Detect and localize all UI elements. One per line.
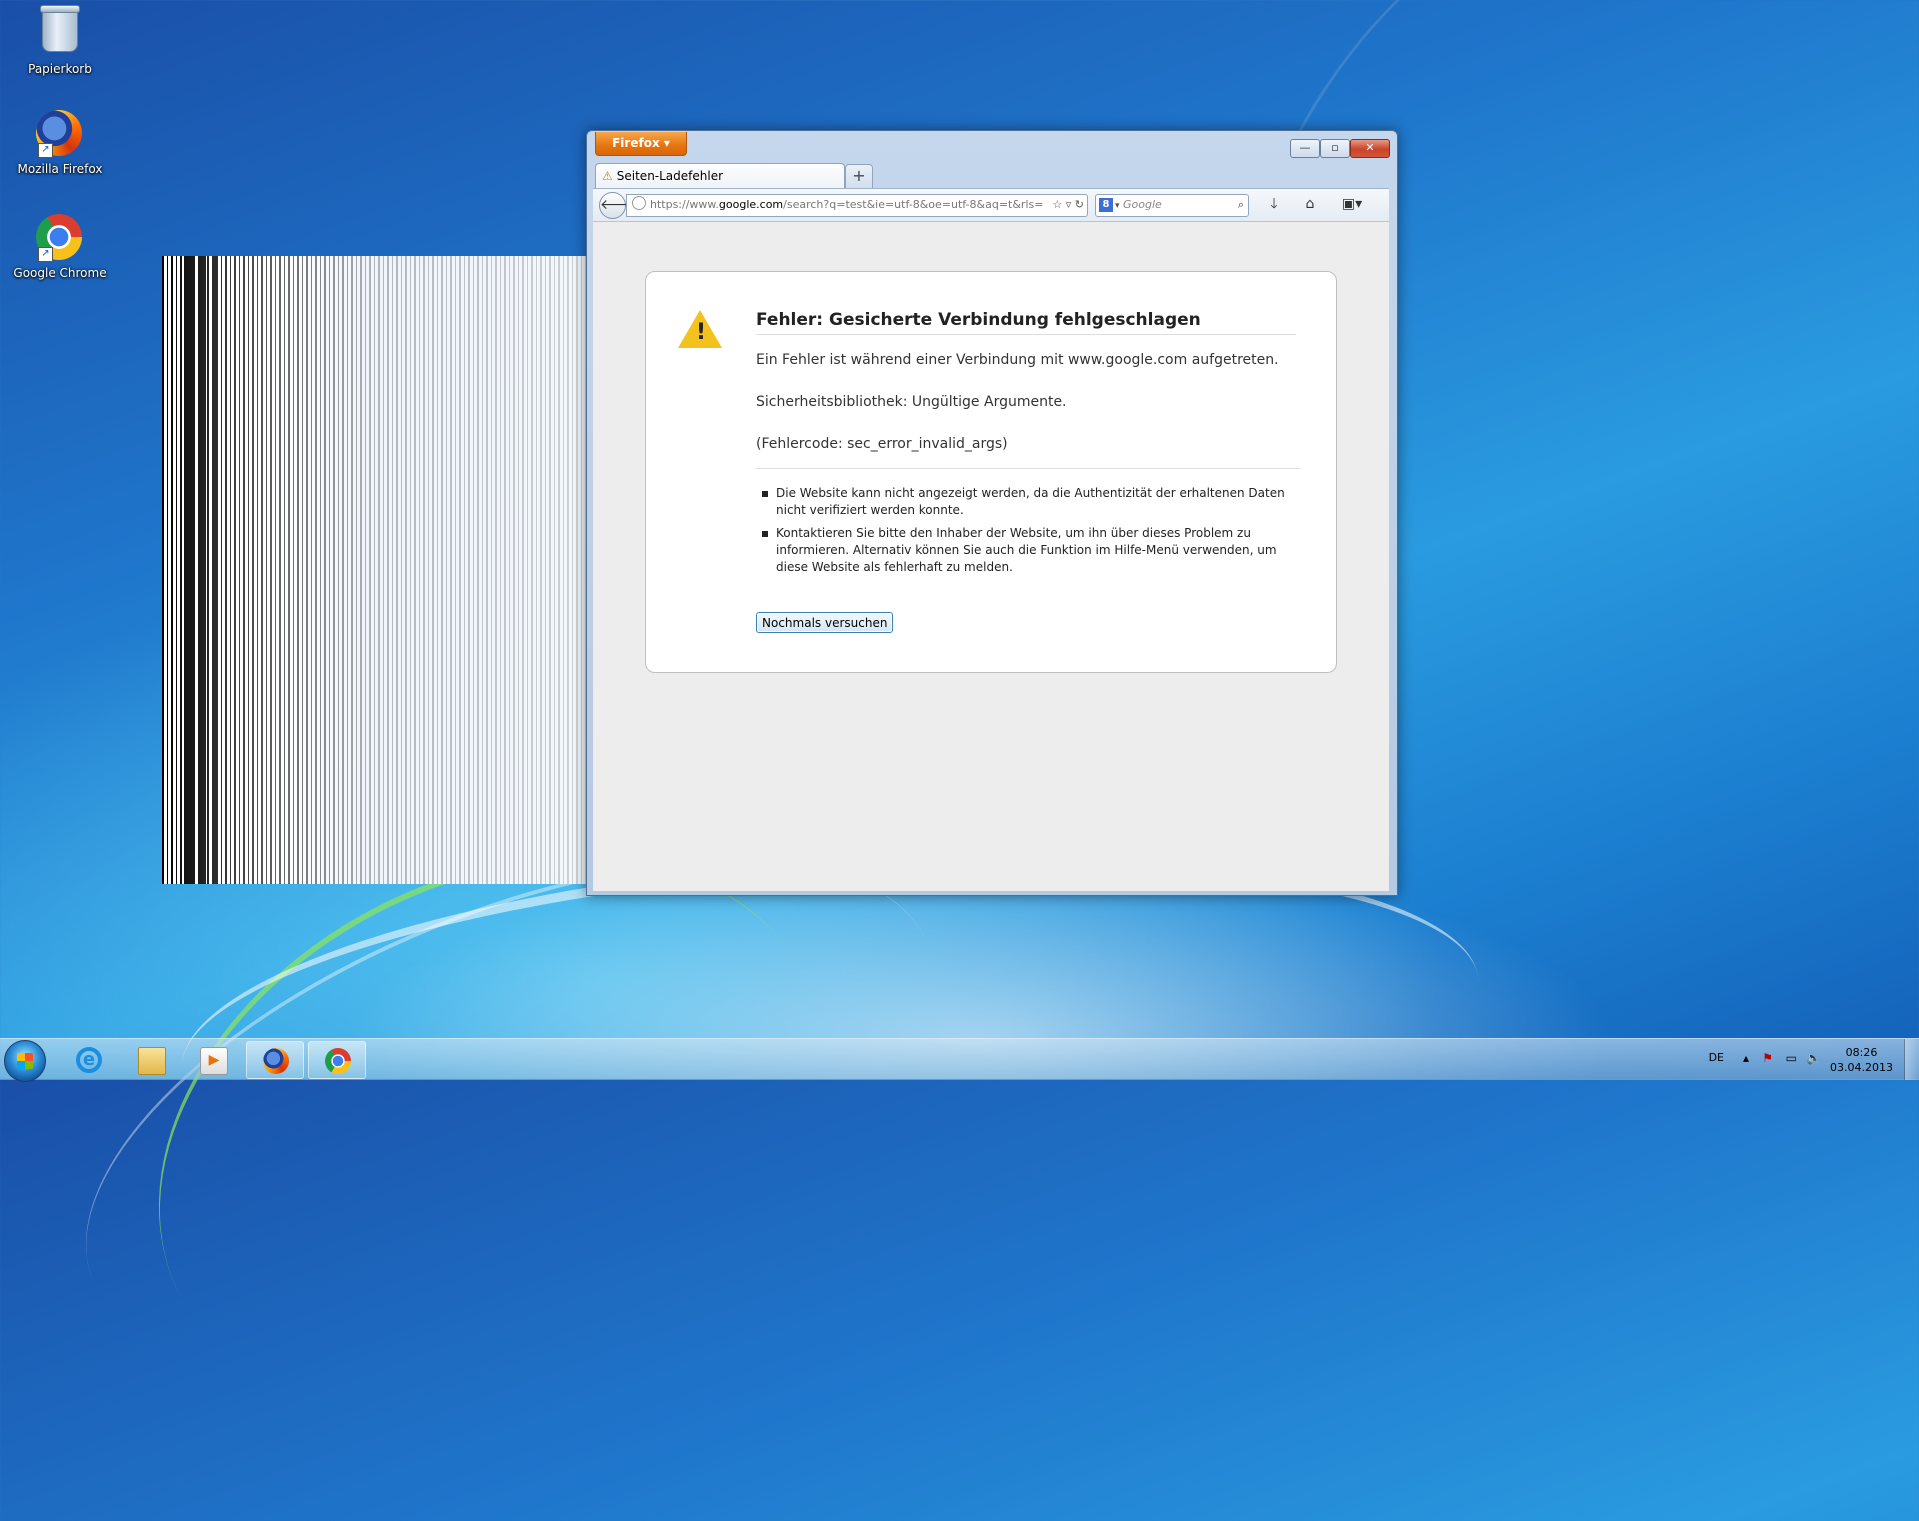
- show-hidden-icons-icon[interactable]: ▴: [1743, 1051, 1749, 1065]
- media-player-icon: ▶: [200, 1047, 228, 1075]
- desktop-icon-label: Google Chrome: [13, 266, 107, 280]
- close-button[interactable]: ✕: [1350, 139, 1390, 158]
- chrome-icon: [325, 1048, 351, 1074]
- home-icon[interactable]: ⌂: [1299, 194, 1321, 215]
- list-item: Die Website kann nicht angezeigt werden,…: [762, 485, 1296, 519]
- clock-time: 08:26: [1845, 1046, 1878, 1059]
- url-path: /search?q=test&ie=utf-8&oe=utf-8&aq=t&rl…: [783, 198, 1044, 211]
- error-description: Ein Fehler ist während einer Verbindung …: [756, 352, 1279, 368]
- downloads-icon[interactable]: 🡓: [1263, 194, 1285, 215]
- glitched-window-artifact: [162, 256, 586, 884]
- internet-explorer-icon: e: [76, 1047, 102, 1073]
- taskbar: e ▶ DE ▴ ⚑ ▭ 🔈 08:26 03.04.2013: [0, 1038, 1919, 1082]
- taskbar-chrome[interactable]: [308, 1041, 366, 1079]
- divider: [756, 468, 1300, 469]
- retry-button[interactable]: Nochmals versuchen: [756, 612, 894, 633]
- page-content: ! Fehler: Gesicherte Verbindung fehlgesc…: [593, 221, 1389, 891]
- navigation-toolbar: 🡐 https://www.google.com/search?q=test&i…: [593, 188, 1389, 221]
- error-library-message: Sicherheitsbibliothek: Ungültige Argumen…: [756, 394, 1067, 410]
- minimize-button[interactable]: —: [1290, 139, 1320, 158]
- network-icon[interactable]: ▭: [1786, 1051, 1797, 1065]
- maximize-button[interactable]: ▫: [1320, 139, 1350, 158]
- error-panel: ! Fehler: Gesicherte Verbindung fehlgesc…: [645, 271, 1337, 673]
- desktop-icon-recycle-bin[interactable]: Papierkorb: [10, 6, 110, 76]
- show-desktop-button[interactable]: [1904, 1039, 1919, 1080]
- folder-icon: [138, 1047, 166, 1075]
- bookmark-star-icon[interactable]: ☆: [1052, 198, 1062, 211]
- firefox-window: Firefox ▾ — ▫ ✕ ⚠ Seiten-Ladefehler + 🡐 h…: [586, 130, 1398, 896]
- url-prefix: https://www.: [650, 198, 719, 211]
- list-item: Kontaktieren Sie bitte den Inhaber der W…: [762, 525, 1296, 576]
- firefox-icon: ↗: [36, 110, 84, 158]
- search-engine-dropdown-icon[interactable]: ▾: [1115, 201, 1120, 211]
- error-title: Fehler: Gesicherte Verbindung fehlgeschl…: [756, 310, 1296, 335]
- taskbar-firefox[interactable]: [246, 1041, 304, 1079]
- desktop-icon-label: Mozilla Firefox: [17, 162, 103, 176]
- start-button[interactable]: [4, 1040, 46, 1082]
- action-center-flag-icon[interactable]: ⚑: [1762, 1051, 1773, 1065]
- desktop-icon-label: Papierkorb: [28, 62, 92, 76]
- new-tab-button[interactable]: +: [845, 164, 873, 189]
- search-icon[interactable]: ⌕: [1238, 195, 1244, 215]
- desktop-icon-firefox[interactable]: ↗ Mozilla Firefox: [10, 110, 110, 176]
- language-indicator[interactable]: DE: [1709, 1051, 1724, 1064]
- warning-icon: !: [678, 310, 722, 348]
- search-engine-icon[interactable]: 8: [1099, 198, 1113, 212]
- reload-icon[interactable]: ↻: [1075, 198, 1084, 211]
- clock-date: 03.04.2013: [1830, 1061, 1893, 1074]
- taskbar-explorer[interactable]: [122, 1041, 178, 1077]
- warning-icon: ⚠: [602, 169, 613, 183]
- site-identity-icon[interactable]: [632, 196, 646, 210]
- search-placeholder: Google: [1123, 198, 1162, 211]
- back-button[interactable]: 🡐: [599, 192, 638, 219]
- clock[interactable]: 08:26 03.04.2013: [1830, 1045, 1893, 1075]
- tab-page-load-error[interactable]: ⚠ Seiten-Ladefehler: [595, 163, 845, 189]
- url-domain: google.com: [718, 198, 784, 211]
- taskbar-internet-explorer[interactable]: e: [60, 1041, 116, 1077]
- system-tray: DE ▴ ⚑ ▭ 🔈 08:26 03.04.2013: [1619, 1039, 1919, 1080]
- history-dropdown-icon[interactable]: ▿: [1066, 198, 1072, 211]
- desktop-icon-chrome[interactable]: ↗ Google Chrome: [10, 214, 110, 280]
- firefox-menu-button[interactable]: Firefox ▾: [595, 132, 687, 156]
- error-hints-list: Die Website kann nicht angezeigt werden,…: [756, 485, 1296, 582]
- recycle-bin-icon: [36, 10, 84, 58]
- url-bar[interactable]: https://www.google.com/search?q=test&ie=…: [626, 194, 1088, 217]
- bookmarks-menu-icon[interactable]: ▣▾: [1337, 194, 1367, 215]
- error-code: (Fehlercode: sec_error_invalid_args): [756, 436, 1008, 452]
- volume-muted-icon[interactable]: 🔈: [1806, 1051, 1821, 1065]
- firefox-icon: [263, 1048, 289, 1074]
- tab-title: Seiten-Ladefehler: [616, 169, 724, 183]
- taskbar-media-player[interactable]: ▶: [184, 1041, 240, 1077]
- chrome-icon: ↗: [36, 214, 84, 262]
- search-box[interactable]: 8 ▾ Google ⌕: [1095, 194, 1249, 217]
